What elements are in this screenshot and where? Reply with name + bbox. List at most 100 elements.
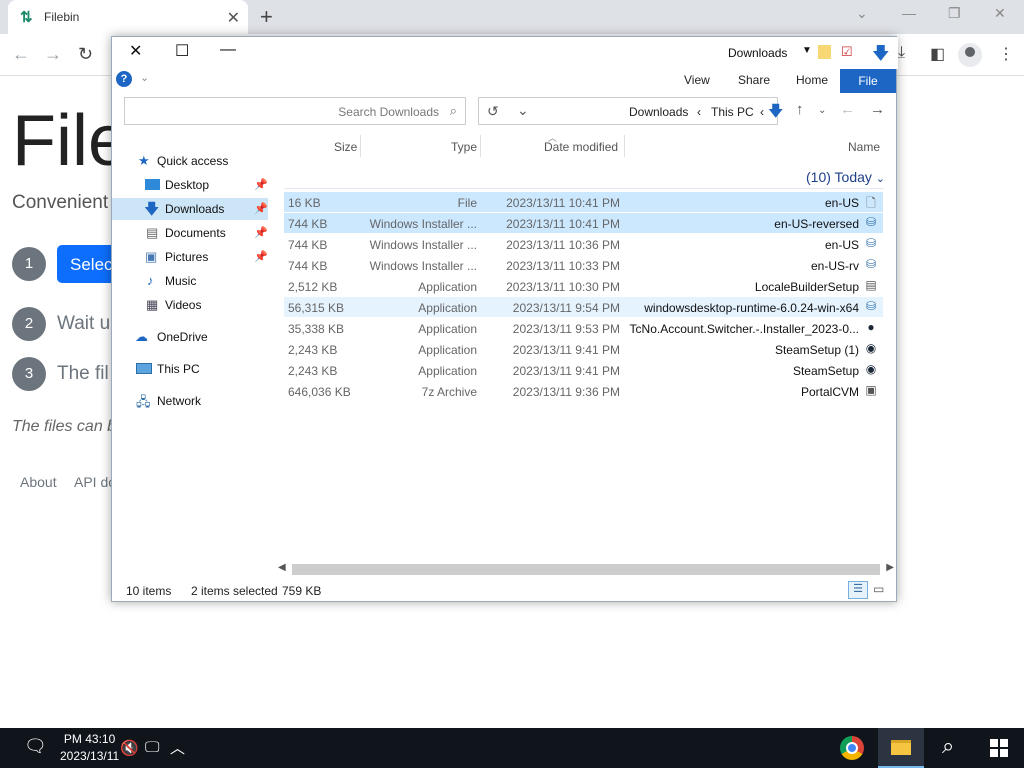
file-row[interactable]: 2,512 KB Application 2023/13/11 10:30 PM Lo… <box>284 276 883 296</box>
nav-onedrive[interactable]: ☁ OneDrive <box>112 326 268 348</box>
breadcrumb-downloads[interactable]: Downloads <box>629 105 688 119</box>
ribbon-tab-share[interactable]: Share <box>738 73 770 87</box>
pin-icon[interactable]: 📌 <box>254 226 268 239</box>
file-row[interactable]: 16 KB File 2023/13/11 10:41 PM en-US 🗋 <box>284 192 883 212</box>
column-separator[interactable] <box>360 135 361 157</box>
close-icon[interactable]: ✕ <box>994 5 1006 22</box>
group-header-today[interactable]: (10) Today ⌄ <box>806 169 885 185</box>
file-row[interactable]: 35,338 KB Application 2023/13/11 9:53 PM Tc… <box>284 318 883 338</box>
network-icon: 🖧 <box>136 394 151 409</box>
scrollbar-thumb[interactable] <box>292 564 880 575</box>
back-nav-icon[interactable]: ← <box>840 101 855 118</box>
forward-icon[interactable]: → <box>44 44 62 65</box>
ribbon-tab-view[interactable]: View <box>684 73 710 87</box>
selection-size: 759 KB <box>282 584 322 598</box>
nav-network[interactable]: 🖧 Network <box>112 390 268 412</box>
pin-icon[interactable]: 📌 <box>254 202 268 215</box>
avatar[interactable] <box>958 43 982 67</box>
up-icon[interactable]: ↑ <box>796 101 804 118</box>
nav-desktop[interactable]: Desktop 📌 <box>112 174 268 196</box>
nav-videos[interactable]: ▦ Videos <box>112 294 268 316</box>
file-size: 2,512 KB <box>288 280 338 294</box>
nav-quick-access[interactable]: ★ Quick access <box>112 150 268 172</box>
footer-link-api[interactable]: API do <box>74 474 116 490</box>
close-window-icon[interactable]: ✕ <box>129 41 142 61</box>
back-icon[interactable]: ← <box>12 44 30 65</box>
chrome-icon[interactable] <box>840 736 864 760</box>
scroll-right-icon[interactable]: ▶ <box>886 562 894 573</box>
breadcrumb-chevron-icon[interactable]: ‹ <box>697 105 701 119</box>
column-header-name[interactable]: Name <box>848 140 880 154</box>
restore-icon[interactable]: ❐ <box>948 5 961 22</box>
window-title: Downloads <box>728 46 788 60</box>
qat-dropdown-icon[interactable]: ▼ <box>802 45 812 56</box>
column-separator[interactable] <box>624 135 625 157</box>
breadcrumb-thispc[interactable]: This PC <box>711 105 754 119</box>
browser-tab[interactable]: ⇅ Filebin ✕ <box>8 0 248 34</box>
footer-link-about[interactable]: About <box>20 474 57 490</box>
folder-icon[interactable] <box>818 45 831 59</box>
column-header-type[interactable]: Type <box>451 140 477 154</box>
column-separator[interactable] <box>480 135 481 157</box>
menu-icon[interactable]: ⋮ <box>998 44 1014 64</box>
minimize-window-icon[interactable]: — <box>220 41 236 59</box>
search-taskbar-icon[interactable]: ⌕ <box>942 733 954 759</box>
address-bar[interactable]: ↺ ⌄ Downloads ‹ This PC ‹ 🡇 <box>478 97 783 125</box>
collapse-chevron-icon[interactable]: ⌄ <box>876 173 885 185</box>
pin-icon[interactable]: 📌 <box>254 178 268 191</box>
computer-icon <box>136 363 152 374</box>
refresh-icon[interactable]: ↺ <box>487 103 499 120</box>
address-history-icon[interactable]: ⌄ <box>517 102 529 119</box>
breadcrumb-chevron-icon[interactable]: ‹ <box>760 105 764 119</box>
tab-search-icon[interactable]: ⌄ <box>856 5 868 22</box>
nav-pictures[interactable]: ▣ Pictures 📌 <box>112 246 268 268</box>
column-header-size[interactable]: Size <box>334 140 357 154</box>
new-tab-button[interactable]: + <box>260 4 273 30</box>
file-row[interactable]: 646,036 KB 7z Archive 2023/13/11 9:36 PM Po… <box>284 381 883 401</box>
forward-nav-icon[interactable]: → <box>870 101 885 118</box>
windows-start-icon[interactable] <box>990 739 1008 757</box>
recent-locations-icon[interactable]: ⌄ <box>818 105 826 116</box>
nav-downloads[interactable]: 🡇 Downloads 📌 <box>112 198 268 220</box>
large-icons-view-icon[interactable]: ▭ <box>873 582 884 596</box>
taskbar-clock[interactable]: PM 43:10 2023/13/11 <box>60 732 119 763</box>
horizontal-scrollbar[interactable]: ◀ ▶ <box>276 561 896 577</box>
maximize-window-icon[interactable]: ☐ <box>175 41 189 61</box>
search-box[interactable]: Search Downloads ⌕ <box>124 97 466 125</box>
address-download-icon: 🡇 <box>768 103 784 120</box>
tab-close-icon[interactable]: ✕ <box>227 8 240 28</box>
file-row[interactable]: 2,243 KB Application 2023/13/11 9:41 PM Ste… <box>284 360 883 380</box>
show-hidden-icons-icon[interactable]: ︿ <box>170 737 185 758</box>
download-icon[interactable]: ⤓ <box>898 44 905 62</box>
file-type: Windows Installer ... <box>369 238 477 252</box>
properties-icon[interactable]: ☑ <box>841 44 853 60</box>
file-row[interactable]: 744 KB Windows Installer ... 2023/13/11 10… <box>284 255 883 275</box>
pin-icon[interactable]: 📌 <box>254 250 268 263</box>
details-view-icon[interactable]: ☰ <box>848 581 868 599</box>
ribbon-expand-icon[interactable]: ⌄ <box>140 71 149 84</box>
file-explorer-taskbar-item[interactable] <box>878 728 924 768</box>
nav-documents[interactable]: ▤ Documents 📌 <box>112 222 268 244</box>
reload-icon[interactable]: ↻ <box>78 44 93 65</box>
file-row[interactable]: 744 KB Windows Installer ... 2023/13/11 10… <box>284 213 883 233</box>
help-icon[interactable]: ? <box>116 71 132 87</box>
steam-icon: ◉ <box>865 341 877 355</box>
ribbon-tab-file[interactable]: File <box>840 69 896 93</box>
column-header-date[interactable]: Date modified <box>544 140 618 154</box>
nav-this-pc[interactable]: This PC <box>112 358 268 380</box>
chrome-center-icon <box>846 742 858 754</box>
minimize-icon[interactable]: — <box>902 5 916 21</box>
notification-icon[interactable]: 🗨 <box>24 736 47 757</box>
file-row[interactable]: 2,243 KB Application 2023/13/11 9:41 PM Ste… <box>284 339 883 359</box>
file-row[interactable]: 56,315 KB Application 2023/13/11 9:54 PM wi… <box>284 297 883 317</box>
step-2-text: Wait u <box>57 313 111 334</box>
file-row[interactable]: 744 KB Windows Installer ... 2023/13/11 10… <box>284 234 883 254</box>
nav-label: Music <box>165 274 197 288</box>
volume-muted-icon[interactable]: 🔇 <box>120 739 139 757</box>
ribbon-tab-home[interactable]: Home <box>796 73 828 87</box>
sidepanel-icon[interactable]: ◧ <box>930 44 945 64</box>
search-icon[interactable]: ⌕ <box>450 103 457 119</box>
nav-music[interactable]: ♪ Music <box>112 270 268 292</box>
network-tray-icon[interactable]: 🖵 <box>145 739 159 756</box>
scroll-left-icon[interactable]: ◀ <box>278 562 286 573</box>
